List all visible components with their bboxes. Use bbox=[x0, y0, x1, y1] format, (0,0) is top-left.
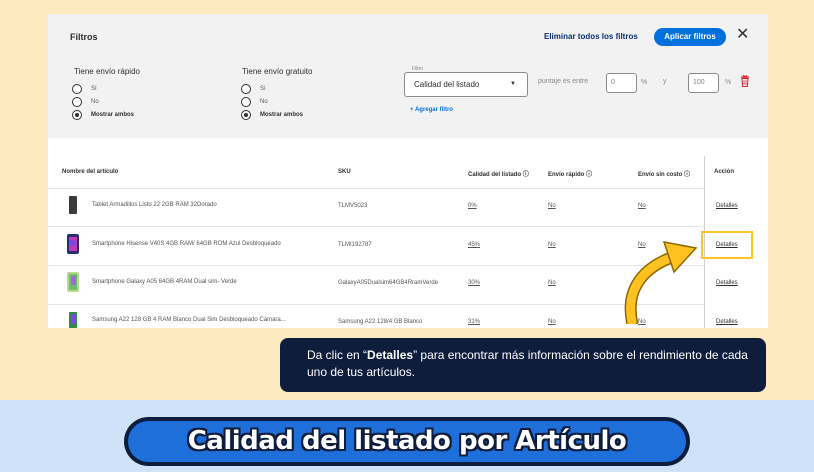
radio-label: Sí bbox=[91, 85, 97, 92]
row-divider bbox=[48, 226, 704, 227]
fast-shipping-value[interactable]: No bbox=[548, 242, 556, 248]
radio-button-selected[interactable] bbox=[72, 109, 82, 120]
product-name[interactable]: Samsung A22 128 GB 4 RAM Blanco Dual Sim… bbox=[92, 317, 286, 323]
row-divider bbox=[48, 265, 704, 266]
free-shipping-option-no[interactable]: No bbox=[241, 96, 268, 107]
radio-button[interactable] bbox=[72, 83, 82, 94]
apply-filters-button[interactable]: Aplicar filtros bbox=[654, 28, 726, 46]
details-link[interactable]: Detalles bbox=[716, 319, 738, 325]
product-sku: GalaxyA05Dualsim64GB4RramVerde bbox=[338, 280, 439, 286]
column-header-name: Nombre del artículo bbox=[62, 169, 119, 175]
product-thumbnail bbox=[67, 234, 79, 254]
column-header-action: Acción bbox=[714, 169, 735, 175]
product-sku: TLMI192787 bbox=[338, 242, 372, 248]
filter-select-value: Calidad del listado bbox=[414, 80, 480, 89]
tooltip-text-before: Da clic en “ bbox=[307, 348, 368, 362]
percent-label: % bbox=[641, 79, 648, 86]
radio-button-selected[interactable] bbox=[241, 109, 251, 120]
radio-button[interactable] bbox=[72, 96, 82, 107]
fast-shipping-option-both[interactable]: Mostrar ambos bbox=[72, 109, 134, 120]
radio-label: No bbox=[260, 98, 268, 105]
curved-arrow-icon bbox=[624, 241, 698, 324]
banner-title: Calidad del listado por Artículo bbox=[187, 426, 627, 456]
radio-label: Sí bbox=[260, 85, 266, 92]
fast-shipping-option-no[interactable]: No bbox=[72, 96, 99, 107]
quality-value[interactable]: 0% bbox=[468, 203, 477, 209]
column-header-free-label: Envío sin costo bbox=[638, 172, 683, 178]
column-header-free-shipping: Envío sin costo ⓘ bbox=[638, 169, 690, 178]
quality-value[interactable]: 45% bbox=[468, 242, 480, 248]
details-link[interactable]: Detalles bbox=[716, 280, 738, 286]
tooltip-text-bold: Detalles bbox=[367, 348, 414, 362]
min-score-input[interactable]: 0 bbox=[606, 73, 637, 93]
trash-icon[interactable] bbox=[740, 75, 750, 87]
title-banner-inner: Calidad del listado por Artículo bbox=[128, 421, 686, 462]
fast-shipping-value[interactable]: No bbox=[548, 203, 556, 209]
column-header-fast-label: Envío rápido bbox=[548, 172, 585, 178]
chevron-down-icon[interactable]: ▼ bbox=[510, 81, 516, 87]
radio-label: Mostrar ambos bbox=[91, 111, 135, 118]
add-filter-link[interactable]: + Agregar filtro bbox=[410, 107, 453, 113]
quality-value[interactable]: 31% bbox=[468, 319, 480, 325]
info-icon[interactable]: ⓘ bbox=[523, 172, 529, 178]
free-shipping-title: Tiene envío gratuito bbox=[242, 67, 313, 76]
product-thumbnail bbox=[69, 312, 77, 328]
product-name[interactable]: Tablet Armadillos Listo 22 2GB RAM 32Dor… bbox=[92, 202, 217, 208]
title-banner: Calidad del listado por Artículo bbox=[124, 417, 690, 466]
filters-title: Filtros bbox=[70, 32, 98, 42]
info-icon[interactable]: ⓘ bbox=[586, 172, 592, 178]
quality-value[interactable]: 30% bbox=[468, 280, 480, 286]
product-name[interactable]: Smartphone Hisense V40S 4GB RAM/ 64GB RO… bbox=[92, 241, 281, 247]
column-header-quality-label: Calidad del listado bbox=[468, 172, 522, 178]
column-header-quality: Calidad del listado ⓘ bbox=[468, 169, 529, 178]
product-thumbnail bbox=[67, 272, 79, 292]
fast-shipping-title: Tiene envío rápido bbox=[74, 67, 140, 76]
row-divider bbox=[48, 188, 704, 189]
product-sku: TLMV5023 bbox=[338, 203, 368, 209]
close-icon[interactable]: ✕ bbox=[736, 26, 749, 44]
fast-shipping-value[interactable]: No bbox=[548, 319, 556, 325]
free-shipping-option-both[interactable]: Mostrar ambos bbox=[241, 109, 303, 120]
and-label: y bbox=[663, 78, 667, 85]
details-highlight-box bbox=[701, 231, 753, 259]
fast-shipping-option-yes[interactable]: Sí bbox=[72, 83, 97, 94]
free-shipping-value[interactable]: No bbox=[638, 203, 646, 209]
product-thumbnail bbox=[69, 196, 77, 214]
filter-select-legend: Filter bbox=[410, 66, 426, 72]
max-score-input[interactable]: 100 bbox=[688, 73, 719, 93]
product-name[interactable]: Smartphone Galaxy A05 64GB 4RAM Dual sim… bbox=[92, 279, 237, 285]
score-between-label: puntaje es entre bbox=[538, 78, 589, 85]
fast-shipping-value[interactable]: No bbox=[548, 280, 556, 286]
filters-panel: Filtros Eliminar todos los filtros Aplic… bbox=[48, 14, 768, 138]
radio-label: No bbox=[91, 98, 99, 105]
row-divider bbox=[48, 304, 704, 305]
column-header-sku: SKU bbox=[338, 169, 351, 175]
info-icon[interactable]: ⓘ bbox=[684, 172, 690, 178]
radio-button[interactable] bbox=[241, 83, 251, 94]
column-header-fast-shipping: Envío rápido ⓘ bbox=[548, 169, 592, 178]
product-sku: Samsung A22 128/4 GB Blanco bbox=[338, 319, 423, 325]
tooltip-callout: Da clic en “Detalles” para encontrar más… bbox=[280, 338, 766, 392]
details-link[interactable]: Detalles bbox=[716, 203, 738, 209]
radio-button[interactable] bbox=[241, 96, 251, 107]
free-shipping-option-yes[interactable]: Sí bbox=[241, 83, 266, 94]
radio-label: Mostrar ambos bbox=[260, 111, 304, 118]
percent-label: % bbox=[725, 79, 732, 86]
clear-all-filters-link[interactable]: Eliminar todos los filtros bbox=[544, 32, 638, 41]
